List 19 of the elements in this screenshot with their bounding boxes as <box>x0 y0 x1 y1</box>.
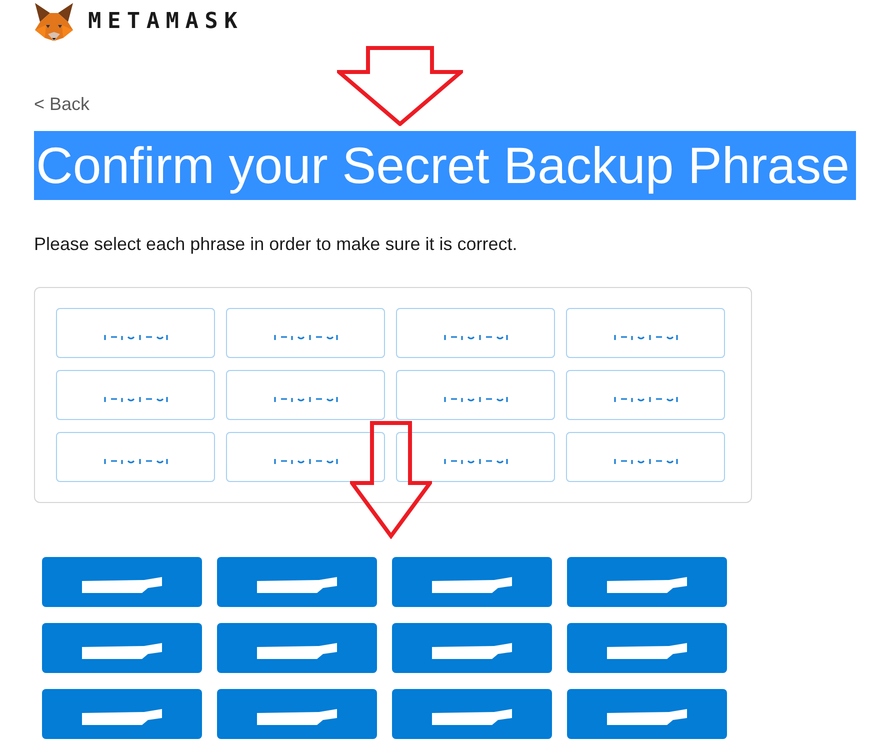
selected-word-slot[interactable] <box>226 432 385 482</box>
word-choice-button[interactable] <box>217 623 377 673</box>
word-choice-button[interactable] <box>217 689 377 739</box>
brand-wordmark: METAMASK <box>88 10 244 34</box>
instruction-text: Please select each phrase in order to make sure it is correct. <box>34 233 518 256</box>
word-choice-button[interactable] <box>392 689 552 739</box>
word-choice-button[interactable] <box>567 557 727 607</box>
back-link[interactable]: < Back <box>34 93 90 115</box>
page-title: Confirm your Secret Backup Phrase <box>34 131 856 200</box>
word-choice-button[interactable] <box>42 623 202 673</box>
fox-logo-icon <box>33 3 75 41</box>
word-choice-button[interactable] <box>392 623 552 673</box>
word-choice-button[interactable] <box>217 557 377 607</box>
word-choice-button[interactable] <box>392 557 552 607</box>
word-choice-button[interactable] <box>42 689 202 739</box>
word-choice-button[interactable] <box>42 557 202 607</box>
selected-word-slot[interactable] <box>396 432 555 482</box>
word-choice-button[interactable] <box>567 623 727 673</box>
word-choice-button[interactable] <box>567 689 727 739</box>
